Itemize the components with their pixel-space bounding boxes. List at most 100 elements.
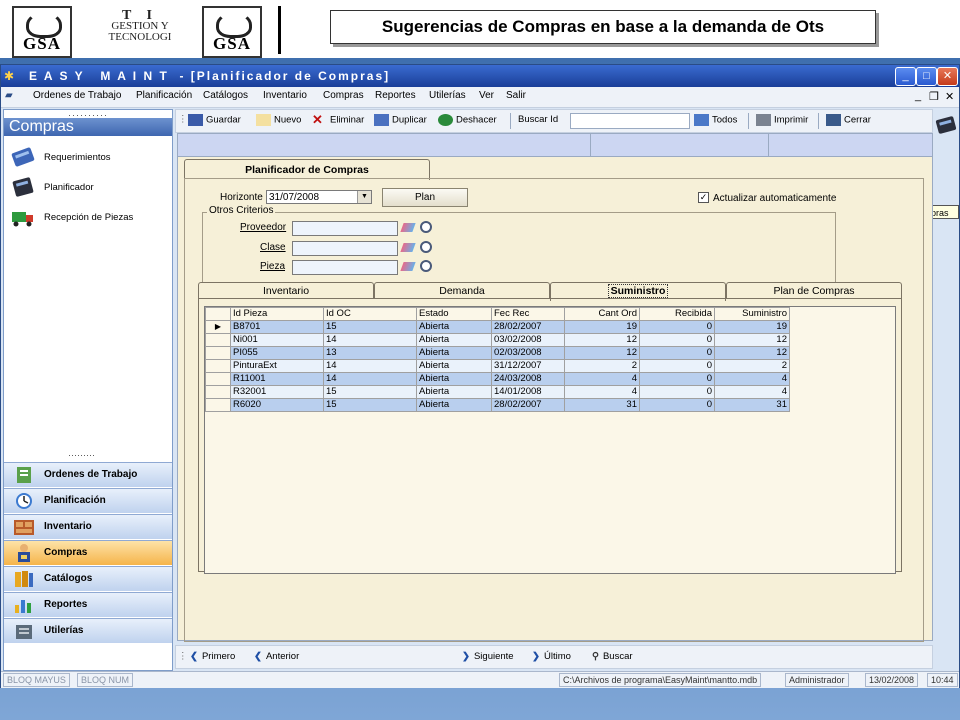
row-selector[interactable] bbox=[205, 333, 231, 347]
menu-compras[interactable]: Compras bbox=[323, 90, 364, 101]
tab-planificador[interactable]: Planificador de Compras bbox=[184, 159, 430, 180]
table-cell[interactable]: PI055 bbox=[230, 346, 324, 360]
table-cell[interactable]: 4 bbox=[564, 385, 640, 399]
table-cell[interactable]: R11001 bbox=[230, 372, 324, 386]
app-icon[interactable]: ✱ bbox=[4, 69, 18, 83]
table-cell[interactable]: 28/02/2007 bbox=[491, 398, 565, 412]
clase-input[interactable] bbox=[292, 241, 398, 256]
search-icon[interactable] bbox=[420, 221, 432, 233]
horizonte-date-select[interactable]: 31/07/2008 ▼ bbox=[266, 190, 372, 204]
menu-app-icon[interactable]: ▰ bbox=[5, 90, 13, 101]
menu-ver[interactable]: Ver bbox=[479, 90, 494, 101]
table-cell[interactable]: 02/03/2008 bbox=[491, 346, 565, 360]
proveedor-input[interactable] bbox=[292, 221, 398, 236]
table-cell[interactable]: 14/01/2008 bbox=[491, 385, 565, 399]
sidebar-splitter[interactable]: ········· bbox=[68, 450, 95, 460]
column-header[interactable]: Id Pieza bbox=[230, 307, 324, 321]
tab-plan-de-compras[interactable]: Plan de Compras bbox=[726, 282, 902, 299]
table-cell[interactable]: Abierta bbox=[416, 398, 492, 412]
row-selector[interactable] bbox=[205, 385, 231, 399]
row-selector[interactable] bbox=[205, 346, 231, 360]
table-cell[interactable]: R32001 bbox=[230, 385, 324, 399]
nav-ordenes-de-trabajo[interactable]: Ordenes de Trabajo bbox=[4, 462, 172, 487]
nav-inventario[interactable]: Inventario bbox=[4, 514, 172, 539]
menu-catalogos[interactable]: Catálogos bbox=[203, 90, 248, 101]
row-selector[interactable] bbox=[205, 359, 231, 373]
table-row[interactable]: R6020 15 Abierta 28/02/2007 31 0 31 bbox=[205, 398, 790, 412]
new-button[interactable]: Nuevo bbox=[256, 114, 301, 126]
table-row[interactable]: R32001 15 Abierta 14/01/2008 4 0 4 bbox=[205, 385, 790, 399]
menu-planificacion[interactable]: Planificación bbox=[136, 90, 192, 101]
table-cell[interactable]: 0 bbox=[639, 359, 715, 373]
mdi-minimize-button[interactable]: _ bbox=[915, 90, 921, 102]
print-button[interactable]: Imprimir bbox=[756, 114, 808, 126]
table-cell[interactable]: 31/12/2007 bbox=[491, 359, 565, 373]
all-button[interactable]: Todos bbox=[694, 114, 737, 126]
mdi-restore-button[interactable]: ❐ bbox=[929, 90, 939, 103]
table-cell[interactable]: 4 bbox=[714, 372, 790, 386]
table-cell[interactable]: 2 bbox=[564, 359, 640, 373]
table-cell[interactable]: 2 bbox=[714, 359, 790, 373]
table-cell[interactable]: 24/03/2008 bbox=[491, 372, 565, 386]
row-selector[interactable] bbox=[205, 398, 231, 412]
table-cell[interactable]: 4 bbox=[714, 385, 790, 399]
pieza-input[interactable] bbox=[292, 260, 398, 275]
table-cell[interactable]: Abierta bbox=[416, 320, 492, 334]
table-row[interactable]: ▶ B8701 15 Abierta 28/02/2007 19 0 19 bbox=[205, 320, 790, 334]
column-header[interactable]: Fec Rec bbox=[491, 307, 565, 321]
table-cell[interactable]: 12 bbox=[564, 346, 640, 360]
table-cell[interactable]: 12 bbox=[714, 346, 790, 360]
table-cell[interactable]: 31 bbox=[564, 398, 640, 412]
table-cell[interactable]: 0 bbox=[639, 398, 715, 412]
table-cell[interactable]: 03/02/2008 bbox=[491, 333, 565, 347]
navbar-grip[interactable]: ⋮ bbox=[178, 651, 188, 662]
nav-compras[interactable]: Compras bbox=[4, 540, 172, 565]
chevron-down-icon[interactable]: ▼ bbox=[357, 191, 371, 203]
column-header[interactable]: Cant Ord bbox=[564, 307, 640, 321]
last-record-button[interactable]: ❯ Último bbox=[532, 651, 571, 662]
table-cell[interactable]: Ni001 bbox=[230, 333, 324, 347]
table-cell[interactable]: 12 bbox=[714, 333, 790, 347]
column-header[interactable]: Suministro bbox=[714, 307, 790, 321]
tab-demanda[interactable]: Demanda bbox=[374, 282, 550, 299]
first-record-button[interactable]: ❮ Primero bbox=[190, 651, 235, 662]
table-cell[interactable]: 14 bbox=[323, 359, 417, 373]
auto-update-checkbox[interactable]: ✓ bbox=[698, 192, 709, 203]
table-cell[interactable]: 31 bbox=[714, 398, 790, 412]
nav-planificacion[interactable]: Planificación bbox=[4, 488, 172, 513]
menu-reportes[interactable]: Reportes bbox=[375, 90, 416, 101]
table-cell[interactable]: 19 bbox=[714, 320, 790, 334]
table-cell[interactable]: PinturaExt bbox=[230, 359, 324, 373]
table-row[interactable]: PI055 13 Abierta 02/03/2008 12 0 12 bbox=[205, 346, 790, 360]
table-cell[interactable]: 15 bbox=[323, 385, 417, 399]
table-row[interactable]: R11001 14 Abierta 24/03/2008 4 0 4 bbox=[205, 372, 790, 386]
menu-ordenes[interactable]: Ordenes de Trabajo bbox=[33, 90, 121, 101]
previous-record-button[interactable]: ❮ Anterior bbox=[254, 651, 299, 662]
table-cell[interactable]: 28/02/2007 bbox=[491, 320, 565, 334]
table-cell[interactable]: 0 bbox=[639, 372, 715, 386]
close-form-button[interactable]: Cerrar bbox=[826, 114, 871, 126]
table-cell[interactable]: Abierta bbox=[416, 333, 492, 347]
column-header[interactable]: Recibida bbox=[639, 307, 715, 321]
search-icon[interactable] bbox=[420, 241, 432, 253]
maximize-button[interactable]: □ bbox=[916, 67, 937, 86]
column-header[interactable]: Id OC bbox=[323, 307, 417, 321]
table-cell[interactable]: 14 bbox=[323, 372, 417, 386]
duplicate-button[interactable]: Duplicar bbox=[374, 114, 427, 126]
table-cell[interactable]: Abierta bbox=[416, 346, 492, 360]
tab-inventario[interactable]: Inventario bbox=[198, 282, 374, 299]
toolbar-grip[interactable]: ⋮ bbox=[178, 114, 188, 125]
plan-button[interactable]: Plan bbox=[382, 188, 468, 207]
next-record-button[interactable]: ❯ Siguiente bbox=[462, 651, 514, 662]
table-cell[interactable]: 0 bbox=[639, 333, 715, 347]
undo-button[interactable]: Deshacer bbox=[438, 114, 497, 126]
pieza-link[interactable]: Pieza bbox=[260, 261, 285, 272]
save-button[interactable]: Guardar bbox=[188, 114, 241, 126]
menu-inventario[interactable]: Inventario bbox=[263, 90, 307, 101]
nav-reportes[interactable]: Reportes bbox=[4, 592, 172, 617]
table-cell[interactable]: B8701 bbox=[230, 320, 324, 334]
table-cell[interactable]: 19 bbox=[564, 320, 640, 334]
menu-salir[interactable]: Salir bbox=[506, 90, 526, 101]
table-cell[interactable]: 4 bbox=[564, 372, 640, 386]
delete-button[interactable]: ✕ Eliminar bbox=[312, 113, 364, 126]
